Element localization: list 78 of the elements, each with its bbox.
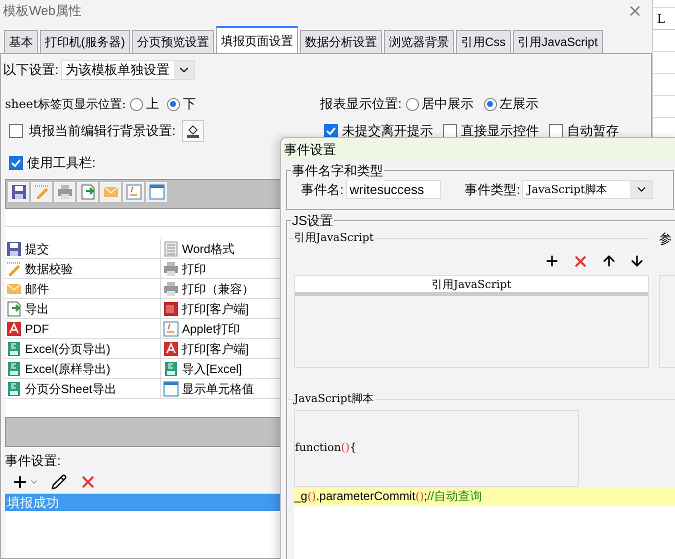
button-list-item[interactable]: Word格式 [161,239,285,258]
button-list-item[interactable]: 打印[客户端] [161,299,285,318]
button-list-item[interactable]: 打印（兼容） [161,279,285,298]
checkbox[interactable] [443,124,457,138]
pencil-icon [6,260,22,276]
printer-icon [163,280,179,296]
checkbox-label: 未提交离开提示 [342,122,433,140]
tab[interactable]: 基本 [4,30,38,53]
checkbox[interactable] [324,124,338,138]
code-line: _g().parameterCommit();//自动查询 [294,488,482,506]
dialog-title: 事件设置 [284,140,336,159]
tab[interactable]: 引用Css [456,30,511,53]
event-settings-label: 事件设置: [4,452,62,470]
radio-label: 居中展示 [422,95,474,114]
group-title: 参 [659,230,673,248]
button-list-item[interactable]: 导出 [5,299,161,318]
paint-bucket-icon [186,124,200,138]
field-label: 事件名: [301,181,344,199]
checkbox[interactable] [9,156,23,170]
window-icon [163,380,179,396]
button-list-item[interactable]: Excel(分页导出) [5,339,161,358]
pencil-icon [34,184,50,200]
checkbox[interactable] [9,124,23,138]
code-line: function(){ [295,440,357,456]
printer-icon [56,184,72,200]
button-list-item[interactable]: 显示单元格值 [161,379,285,398]
button-list-item[interactable]: 提交 [5,239,161,258]
report-position-label: 报表显示位置: [320,95,402,114]
tab[interactable]: 浏览器背景 [384,30,454,53]
export-icon [80,184,96,200]
field-label: 事件类型: [464,181,520,199]
radio-label: 左展示 [500,95,539,114]
button-list-item[interactable]: Applet打印 [161,319,285,338]
button-list-item[interactable]: 导入[Excel] [161,359,285,378]
tab[interactable]: 填报页面设置 [216,26,298,53]
pdf-icon [163,340,179,356]
radio-label: 下 [182,95,196,114]
button-list-item[interactable]: 邮件 [5,279,161,298]
move-down-icon[interactable] [629,253,645,269]
button-list-item[interactable]: 打印[客户端] [161,339,285,358]
mail-icon [102,184,118,200]
button-list-item[interactable]: 打印 [161,259,285,278]
word-document-icon [163,240,179,256]
event-name-field[interactable]: writesuccess [346,180,441,200]
sheet-position-label: sheet标签页显示位置: [5,96,126,113]
column-header: L [653,8,675,30]
tab[interactable]: 分页预览设置 [132,30,214,53]
radio-label: 上 [146,95,159,114]
button-list-item[interactable]: 分页分Sheet导出 [5,379,161,398]
checkbox-label: 直接显示控件 [461,122,539,140]
window-icon [148,184,164,200]
tab[interactable]: 打印机(服务器) [40,30,130,53]
move-up-icon[interactable] [601,253,617,269]
button-list-item[interactable]: PDF [5,319,161,338]
column-header: 引用JavaScript [295,276,648,296]
radio-button[interactable] [484,98,497,110]
spreadsheet-icon [163,360,179,376]
checkbox[interactable] [549,124,563,138]
checkbox-label: 填报当前编辑行背景设置: [29,122,176,140]
printer-icon [163,260,179,276]
button-list-item[interactable]: 数据校验 [5,259,161,278]
scope-label: 以下设置: [3,61,59,80]
radio-button[interactable] [406,98,419,110]
event-type-dropdown[interactable]: JavaScript脚本 [522,180,654,200]
edit-icon[interactable] [51,474,67,490]
paint-bucket-button[interactable] [182,120,204,142]
radio-button[interactable] [130,98,143,110]
checkbox-label: 使用工具栏: [27,154,96,172]
scope-dropdown[interactable]: 为该模板单独设置 [60,60,195,80]
radio-button[interactable] [166,98,180,110]
tab[interactable]: 数据分析设置 [300,30,382,53]
tab[interactable]: 引用JavaScript [512,30,603,53]
checkbox-label: 自动暂存 [567,122,619,140]
window-title: 模板Web属性 [3,2,82,20]
button-list-item[interactable]: Excel(原样导出) [5,359,161,378]
group-title: JavaScript脚本 [293,391,375,408]
group-title: 引用JavaScript [293,230,375,246]
add-icon[interactable] [544,253,560,269]
